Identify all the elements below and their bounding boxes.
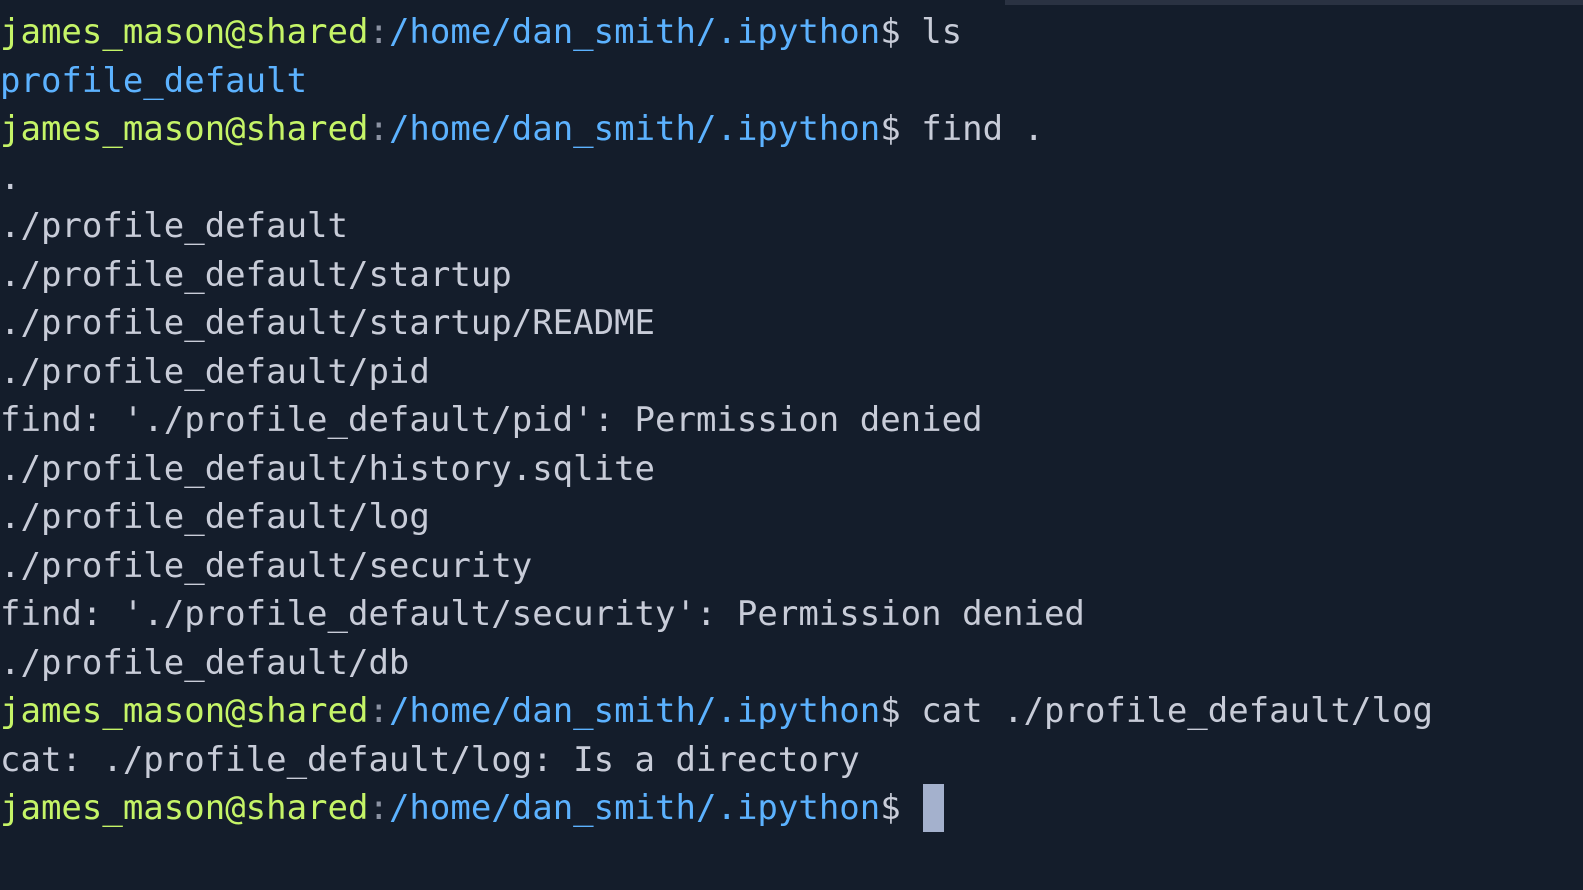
output-line: ./profile_default/db (0, 639, 1433, 688)
prompt-user-host: james_mason@shared (0, 109, 369, 149)
scrollbar-thumb[interactable] (0, 0, 1005, 5)
prompt-separator: : (368, 12, 389, 52)
prompt-path: /home/dan_smith/.ipython (388, 12, 881, 52)
text-cursor[interactable] (923, 784, 945, 833)
output-text: ./profile_default/log (0, 497, 430, 537)
prompt-separator: : (368, 788, 389, 828)
prompt-line: james_mason@shared:/home/dan_smith/.ipyt… (0, 687, 1433, 736)
output-text: ./profile_default/security (0, 545, 533, 586)
command-text: find . (921, 109, 1045, 149)
command-text: cat ./profile_default/log (921, 691, 1433, 731)
output-text: profile_default (0, 60, 308, 101)
output-line: profile_default (0, 57, 1433, 106)
prompt-symbol: $ (880, 109, 922, 149)
output-text: ./profile_default/startup/README (0, 303, 656, 343)
output-line: ./profile_default/pid (0, 348, 1433, 397)
command-text: ls (921, 12, 963, 52)
output-line: ./profile_default/startup/README (0, 299, 1433, 348)
output-line: ./profile_default/log (0, 493, 1433, 542)
output-text: ./profile_default/history.sqlite (0, 448, 656, 489)
prompt-user-host: james_mason@shared (0, 691, 369, 731)
output-text: ./profile_default/db (0, 642, 410, 683)
output-text: ./profile_default/pid (0, 351, 430, 392)
output-text: find: './profile_default/security': Perm… (0, 594, 1085, 634)
terminal-output: james_mason@shared:/home/dan_smith/.ipyt… (0, 8, 1433, 833)
prompt-symbol: $ (880, 12, 922, 52)
output-line: ./profile_default/history.sqlite (0, 445, 1433, 494)
prompt-separator: : (368, 109, 389, 149)
output-text: cat: ./profile_default/log: Is a directo… (0, 739, 860, 780)
prompt-separator: : (368, 691, 389, 731)
output-line: . (0, 154, 1433, 203)
prompt-path: /home/dan_smith/.ipython (388, 109, 881, 149)
output-text: ./profile_default (0, 206, 348, 246)
output-line: find: './profile_default/pid': Permissio… (0, 396, 1433, 445)
prompt-line: james_mason@shared:/home/dan_smith/.ipyt… (0, 8, 1433, 57)
scrollbar-track[interactable] (0, 0, 1583, 5)
output-text: find: './profile_default/pid': Permissio… (0, 400, 983, 440)
prompt-user-host: james_mason@shared (0, 788, 369, 828)
output-line: ./profile_default/security (0, 542, 1433, 591)
terminal-window[interactable]: james_mason@shared:/home/dan_smith/.ipyt… (0, 0, 1583, 890)
prompt-symbol: $ (880, 691, 922, 731)
output-line: find: './profile_default/security': Perm… (0, 590, 1433, 639)
prompt-path: /home/dan_smith/.ipython (388, 788, 881, 828)
prompt-symbol: $ (880, 788, 922, 828)
output-line: ./profile_default (0, 202, 1433, 251)
output-text: ./profile_default/startup (0, 254, 512, 295)
prompt-line: james_mason@shared:/home/dan_smith/.ipyt… (0, 105, 1433, 154)
output-line: ./profile_default/startup (0, 251, 1433, 300)
output-text: . (0, 157, 21, 198)
prompt-user-host: james_mason@shared (0, 12, 369, 52)
prompt-path: /home/dan_smith/.ipython (388, 691, 881, 731)
prompt-line: james_mason@shared:/home/dan_smith/.ipyt… (0, 784, 1433, 833)
output-line: cat: ./profile_default/log: Is a directo… (0, 736, 1433, 785)
